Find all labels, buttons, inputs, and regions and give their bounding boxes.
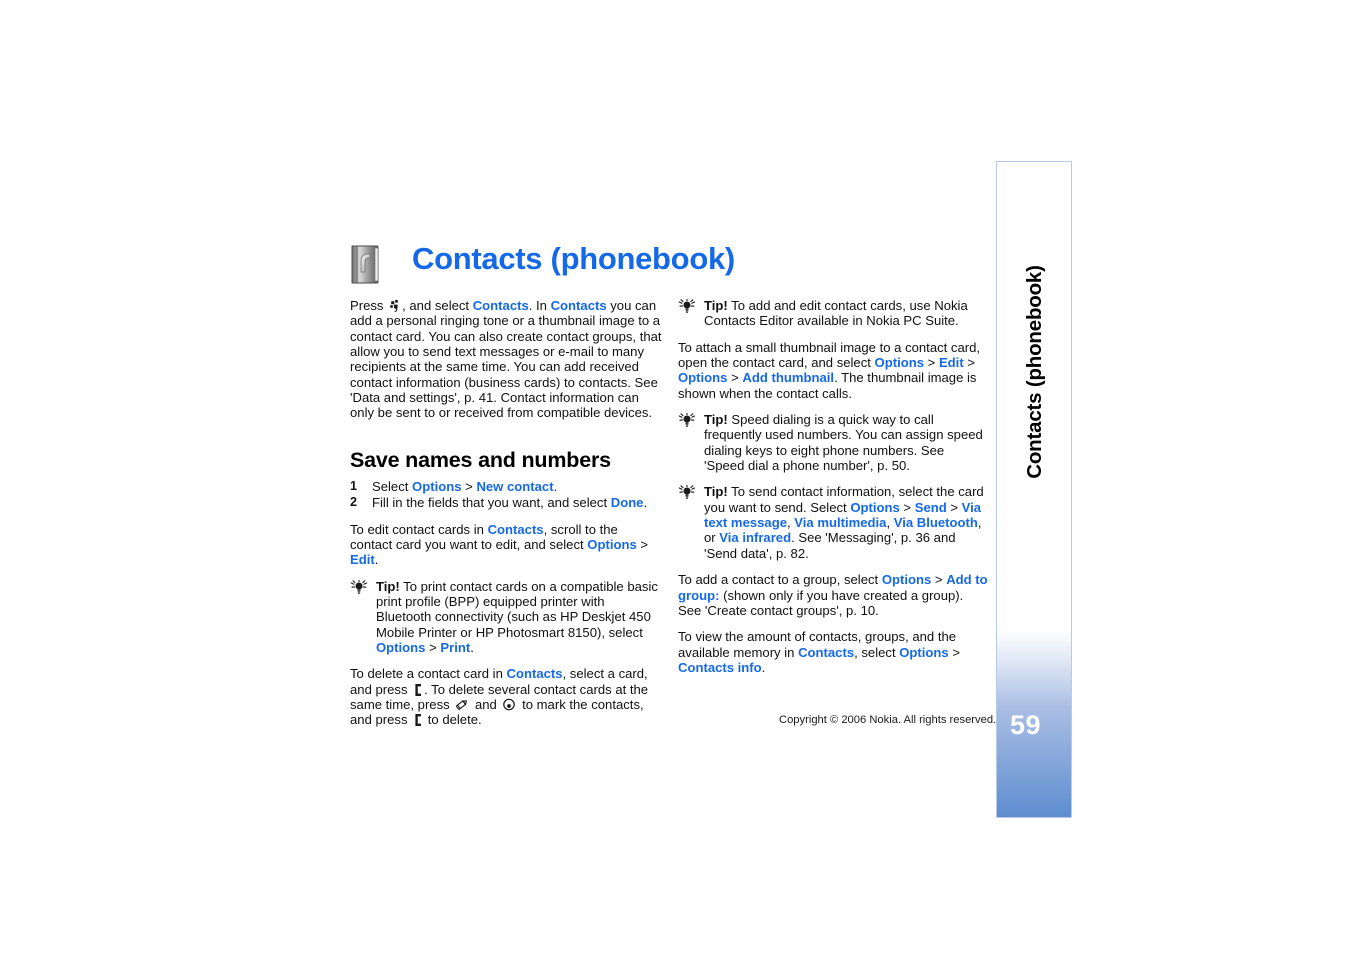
link-options[interactable]: Options — [899, 645, 948, 660]
link-send[interactable]: Send — [915, 500, 947, 515]
link-options[interactable]: Options — [882, 572, 931, 587]
tip-text: To add and edit contact cards, use Nokia… — [704, 298, 968, 329]
link-options[interactable]: Options — [875, 355, 924, 370]
edit-key-icon — [455, 698, 469, 711]
edit-paragraph: To edit contact cards in Contacts, scrol… — [350, 522, 662, 568]
clear-key-icon — [413, 683, 422, 696]
delete-paragraph: To delete a contact card in Contacts, se… — [350, 666, 662, 727]
separator: > — [963, 355, 975, 371]
link-options[interactable]: Options — [376, 640, 425, 655]
tip-label: Tip! — [376, 578, 400, 594]
intro-text-4: you can add a personal ringing tone or a… — [350, 298, 662, 421]
comma: , — [886, 515, 894, 531]
link-via-infrared[interactable]: Via infrared — [719, 530, 791, 545]
separator: > — [948, 644, 960, 660]
left-column: Press , and select Contacts. In Contacts… — [350, 298, 662, 432]
separator: > — [931, 572, 947, 588]
separator: > — [727, 370, 743, 386]
page-title: Contacts (phonebook) — [412, 241, 735, 276]
clear-key-icon — [413, 714, 422, 727]
link-print[interactable]: Print — [440, 640, 470, 655]
link-options-2[interactable]: Options — [678, 370, 727, 385]
tip-label: Tip! — [704, 484, 728, 500]
step-text-1: Fill in the fields that you want, and se… — [372, 495, 611, 511]
menu-key-icon — [389, 299, 400, 312]
lightbulb-icon — [678, 298, 696, 313]
step-number: 2 — [350, 495, 358, 510]
link-add-thumbnail[interactable]: Add thumbnail — [742, 370, 834, 385]
lightbulb-icon — [350, 579, 368, 594]
link-options[interactable]: Options — [850, 500, 899, 515]
link-contacts-info[interactable]: Contacts info — [678, 660, 762, 675]
tip-label: Tip! — [704, 412, 728, 428]
tip-contacts-editor: Tip! To add and edit contact cards, use … — [678, 298, 988, 329]
step-number: 1 — [350, 479, 358, 493]
link-options[interactable]: Options — [587, 537, 636, 552]
memory-text-3: . — [761, 659, 766, 675]
group-paragraph: To add a contact to a group, select Opti… — [678, 572, 988, 618]
link-edit[interactable]: Edit — [939, 355, 964, 370]
tip-send-contact-info: Tip! To send contact information, select… — [678, 484, 988, 561]
tip-text-1: To print contact cards on a compatible b… — [376, 578, 658, 640]
link-contacts-1[interactable]: Contacts — [473, 298, 529, 313]
memory-text-2: , select — [854, 644, 900, 660]
tip-print-contact-cards: Tip! To print contact cards on a compati… — [350, 579, 662, 656]
link-via-multimedia[interactable]: Via multimedia — [794, 515, 886, 530]
tip-text: Speed dialing is a quick way to call fre… — [704, 412, 983, 474]
step-separator: > — [461, 479, 477, 494]
group-text-1: To add a contact to a group, select — [678, 572, 882, 588]
step-text-1: Select — [372, 479, 413, 494]
link-done[interactable]: Done — [611, 495, 644, 510]
link-contacts[interactable]: Contacts — [488, 522, 544, 537]
intro-text-1: Press — [350, 298, 388, 313]
link-edit[interactable]: Edit — [350, 552, 375, 567]
step-text-2: . — [643, 495, 648, 511]
tip-label: Tip! — [704, 298, 728, 313]
lightbulb-icon — [678, 485, 696, 500]
left-column-lower: 1 Select Options > New contact. 2 Fill in … — [350, 479, 662, 739]
edit-text-3: . — [374, 552, 379, 568]
intro-text-3: . In — [528, 298, 551, 313]
right-column: Tip! To add and edit contact cards, use … — [678, 298, 988, 686]
numbered-steps: 1 Select Options > New contact. 2 Fill in … — [350, 479, 662, 511]
lightbulb-icon — [678, 412, 696, 427]
delete-text-4: and — [471, 697, 501, 713]
manual-page: Contacts (phonebook) 59 Contacts (phoneb… — [0, 0, 1351, 954]
group-text-2: (shown only if you have created a group)… — [678, 587, 964, 618]
intro-paragraph: Press , and select Contacts. In Contacts… — [350, 298, 662, 421]
link-contacts-2[interactable]: Contacts — [551, 298, 607, 313]
memory-paragraph: To view the amount of contacts, groups, … — [678, 629, 988, 675]
link-contacts[interactable]: Contacts — [798, 645, 854, 660]
separator: > — [946, 499, 962, 515]
side-tab-label: Contacts (phonebook) — [1023, 265, 1047, 479]
link-new-contact[interactable]: New contact — [476, 479, 553, 494]
link-contacts[interactable]: Contacts — [507, 666, 563, 681]
step-text-2: . — [553, 479, 558, 494]
side-tab-label-wrapper: Contacts (phonebook) — [997, 162, 1071, 582]
separator: > — [899, 499, 915, 515]
copyright-notice: Copyright © 2006 Nokia. All rights reser… — [779, 714, 997, 726]
page-number: 59 — [1010, 710, 1042, 740]
scroll-key-icon — [502, 698, 516, 711]
step-item-2: 2 Fill in the fields that you want, and s… — [350, 495, 662, 510]
step-item-1: 1 Select Options > New contact. — [350, 479, 662, 494]
delete-text-1: To delete a contact card in — [350, 666, 507, 682]
link-via-bluetooth[interactable]: Via Bluetooth — [894, 515, 978, 530]
separator: > — [924, 355, 939, 371]
edit-separator: > — [636, 537, 649, 553]
link-options[interactable]: Options — [412, 479, 461, 494]
delete-text-6: to delete. — [424, 712, 482, 728]
tip-speed-dialing: Tip! Speed dialing is a quick way to cal… — [678, 412, 988, 473]
tip-separator: > — [425, 640, 441, 656]
tip-text-2: . — [470, 640, 474, 656]
section-heading: Save names and numbers — [350, 448, 611, 472]
thumbnail-paragraph: To attach a small thumbnail image to a c… — [678, 340, 988, 401]
edit-text-1: To edit contact cards in — [350, 521, 488, 537]
intro-text-2: , and select — [402, 298, 473, 313]
side-tab: Contacts (phonebook) 59 — [996, 161, 1072, 818]
address-book-icon — [350, 245, 382, 285]
